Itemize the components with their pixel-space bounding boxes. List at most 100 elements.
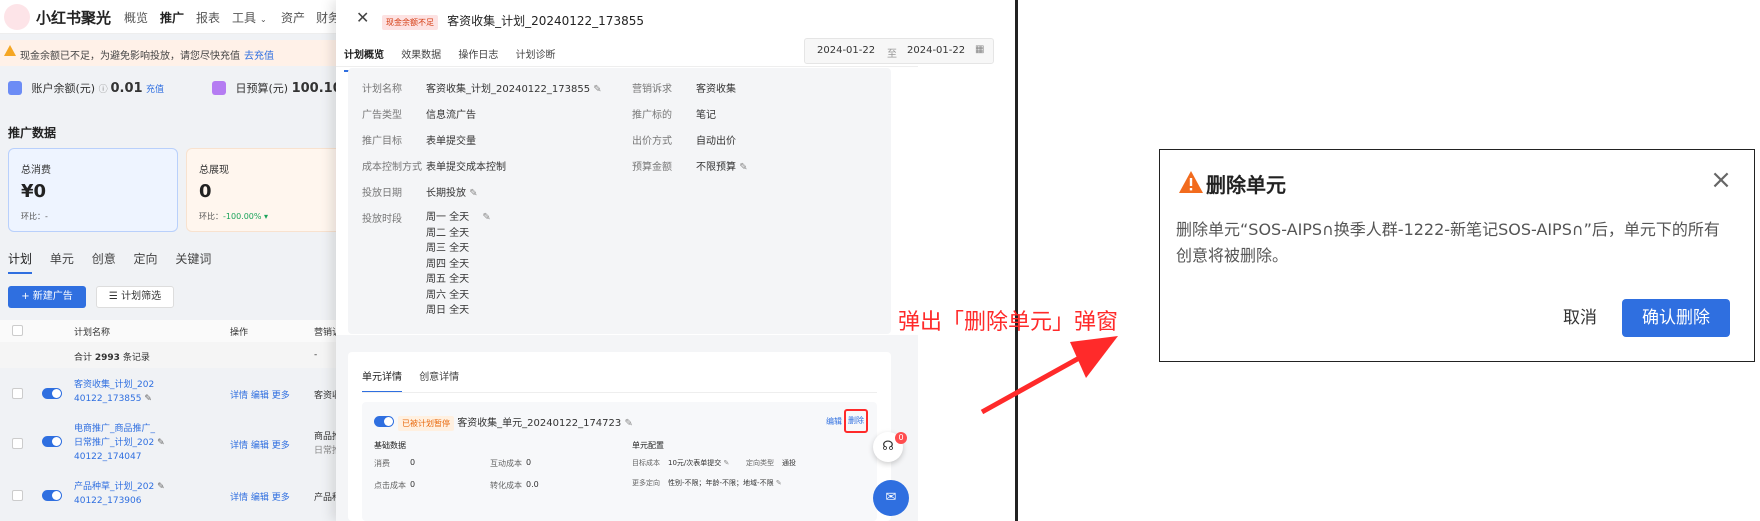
tab-creative-detail[interactable]: 创意详情 [419, 372, 459, 383]
basic-label: 消费 [374, 459, 390, 468]
card-value: ¥0 [21, 181, 47, 202]
field-label: 推广目标 [362, 136, 402, 147]
tab-unit-detail[interactable]: 单元详情 [362, 372, 402, 393]
balance-insufficient-badge: 现金余额不足 [382, 15, 438, 30]
warning-icon [4, 45, 16, 56]
nav-overview[interactable]: 概览 [124, 9, 148, 26]
more-link[interactable]: 更多 [272, 441, 290, 451]
row-plan-name[interactable]: 客资收集_计划_202 40122_173855 ✎ [74, 378, 154, 406]
detail-link[interactable]: 详情 [230, 441, 248, 451]
row-plan-name[interactable]: 电商推广_商品推广_ 日常推广_计划_202 ✎ 40122_174047 [74, 422, 165, 464]
edit-pencil-icon[interactable]: ✎ [157, 438, 165, 448]
stat-card-impressions[interactable]: 总展现 0 环比：-100.00% ▾ [186, 148, 346, 232]
edit-link[interactable]: 编辑 [251, 493, 269, 503]
row-checkbox[interactable] [12, 490, 23, 501]
schedule-item: 周一 全天 [426, 212, 470, 223]
row-checkbox[interactable] [12, 438, 23, 449]
arrow-head [1070, 336, 1118, 378]
table-row[interactable]: 电商推广_商品推广_ 日常推广_计划_202 ✎ 40122_174047 详情 编… [0, 418, 380, 474]
plan-filter-button[interactable]: ☰ 计划筛选 [96, 286, 174, 308]
close-icon[interactable]: ✕ [356, 8, 369, 27]
summary-row: 合计 2993 条记录 - [0, 342, 380, 368]
mail-icon: ✉ [885, 490, 897, 505]
edit-link[interactable]: 编辑 [251, 441, 269, 451]
nav-report[interactable]: 报表 [196, 9, 220, 26]
field-value: 表单提交量 [426, 136, 476, 147]
plan-info-panel: 计划名称 客资收集_计划_20240122_173855 ✎ 广告类型 信息流广… [348, 68, 891, 334]
field-value: 不限预算 ✎ [696, 158, 748, 173]
tab-diagnosis[interactable]: 计划诊断 [516, 50, 556, 61]
calendar-icon: ▦ [975, 44, 985, 55]
edit-pencil-icon[interactable]: ✎ [157, 482, 165, 492]
row-plan-name[interactable]: 产品种草_计划_202 ✎ 40122_173906 [74, 480, 165, 508]
entity-tabs: 计划 单元 创意 定向 关键词 [8, 250, 225, 274]
stat-card-cost[interactable]: 总消费 ¥0 环比：- [8, 148, 178, 232]
basic-value: 0 [526, 458, 532, 467]
tab-creative[interactable]: 创意 [92, 252, 116, 266]
schedule-date-value: 长期投放 [426, 188, 466, 199]
edit-pencil-icon[interactable]: ✎ [593, 84, 601, 95]
nav-tools[interactable]: 工具 ⌄ [232, 9, 267, 26]
card-ratio-label: 环比： [21, 212, 45, 221]
cancel-button[interactable]: 取消 [1546, 299, 1614, 337]
recharge-link[interactable]: 去充值 [244, 51, 274, 62]
date-range-picker[interactable]: 2024-01-22 至 2024-01-22 ▦ [804, 38, 994, 64]
detail-link[interactable]: 详情 [230, 391, 248, 401]
field-value: 笔记 [696, 110, 716, 121]
tab-plan[interactable]: 计划 [8, 252, 33, 274]
more-link[interactable]: 更多 [272, 493, 290, 503]
plan-detail-drawer: ✕ 现金余额不足 客资收集_计划_20240122_173855 计划概览 效果… [336, 0, 1018, 521]
select-all-checkbox[interactable] [12, 325, 23, 336]
row-toggle[interactable] [42, 388, 62, 399]
new-ad-button[interactable]: + 新建广告 [8, 286, 86, 308]
date-sep: 至 [887, 49, 897, 60]
edit-pencil-icon[interactable]: ✎ [724, 459, 730, 467]
drawer-header: 现金余额不足 客资收集_计划_20240122_173855 [382, 10, 644, 30]
row-toggle[interactable] [42, 490, 62, 501]
target-cost-value: 10元/次表单提交 [668, 459, 722, 467]
message-button[interactable]: ✉ [873, 480, 909, 516]
drawer-tabs: 计划概览 效果数据 操作日志 计划诊断 [344, 46, 556, 72]
unit-edit-link[interactable]: 编辑 [826, 416, 842, 427]
table-row[interactable]: 产品种草_计划_202 ✎ 40122_173906 详情 编辑 更多 产品种草 [0, 476, 380, 521]
row-name-line: 客资收集_计划_202 [74, 380, 155, 390]
edit-link[interactable]: 编辑 [251, 391, 269, 401]
edit-pencil-icon[interactable]: ✎ [624, 418, 632, 429]
tab-targeting[interactable]: 定向 [134, 252, 158, 266]
recharge-button[interactable]: 充值 [146, 85, 164, 95]
summary-suffix: 条记录 [122, 353, 150, 363]
card-value: 0 [199, 181, 212, 202]
summary-dash: - [314, 350, 318, 360]
field-value: 表单提交成本控制 [426, 162, 506, 173]
confirm-delete-button[interactable]: 确认删除 [1622, 299, 1730, 337]
schedule-item: 周六 全天 [426, 289, 470, 301]
nav-promotion[interactable]: 推广 [160, 9, 184, 26]
unit-delete-button[interactable]: 删除 [844, 409, 868, 433]
tab-effect-data[interactable]: 效果数据 [401, 50, 441, 61]
field-value: 自动出价 [696, 136, 736, 147]
edit-pencil-icon[interactable]: ✎ [144, 394, 152, 404]
row-checkbox[interactable] [12, 388, 23, 399]
unit-toggle[interactable] [374, 416, 394, 427]
unit-card: 已被计划暂停 客资收集_单元_20240122_174723 ✎ 编辑 删除 基… [362, 402, 877, 521]
notification-badge: 0 [895, 432, 907, 444]
row-actions: 详情 编辑 更多 [230, 438, 290, 451]
edit-pencil-icon[interactable]: ✎ [776, 479, 782, 487]
drawer-title: 客资收集_计划_20240122_173855 [447, 14, 644, 28]
detail-link[interactable]: 详情 [230, 493, 248, 503]
table-row[interactable]: 客资收集_计划_202 40122_173855 ✎ 详情 编辑 更多 客资收集 [0, 372, 380, 418]
nav-assets[interactable]: 资产 [281, 9, 305, 26]
edit-pencil-icon[interactable]: ✎ [482, 212, 490, 223]
close-icon[interactable]: × [1708, 167, 1734, 194]
tab-operation-log[interactable]: 操作日志 [458, 50, 498, 61]
edit-pencil-icon[interactable]: ✎ [739, 162, 747, 173]
row-toggle[interactable] [42, 436, 62, 447]
edit-pencil-icon[interactable]: ✎ [469, 188, 477, 199]
card-ratio: 环比：-100.00% ▾ [199, 211, 268, 222]
balance-value: 0.01 [110, 81, 143, 96]
more-link[interactable]: 更多 [272, 391, 290, 401]
tab-keyword[interactable]: 关键词 [175, 252, 211, 266]
date-from: 2024-01-22 [817, 45, 876, 56]
unit-status-badge: 已被计划暂停 [398, 416, 454, 431]
tab-unit[interactable]: 单元 [50, 252, 74, 266]
